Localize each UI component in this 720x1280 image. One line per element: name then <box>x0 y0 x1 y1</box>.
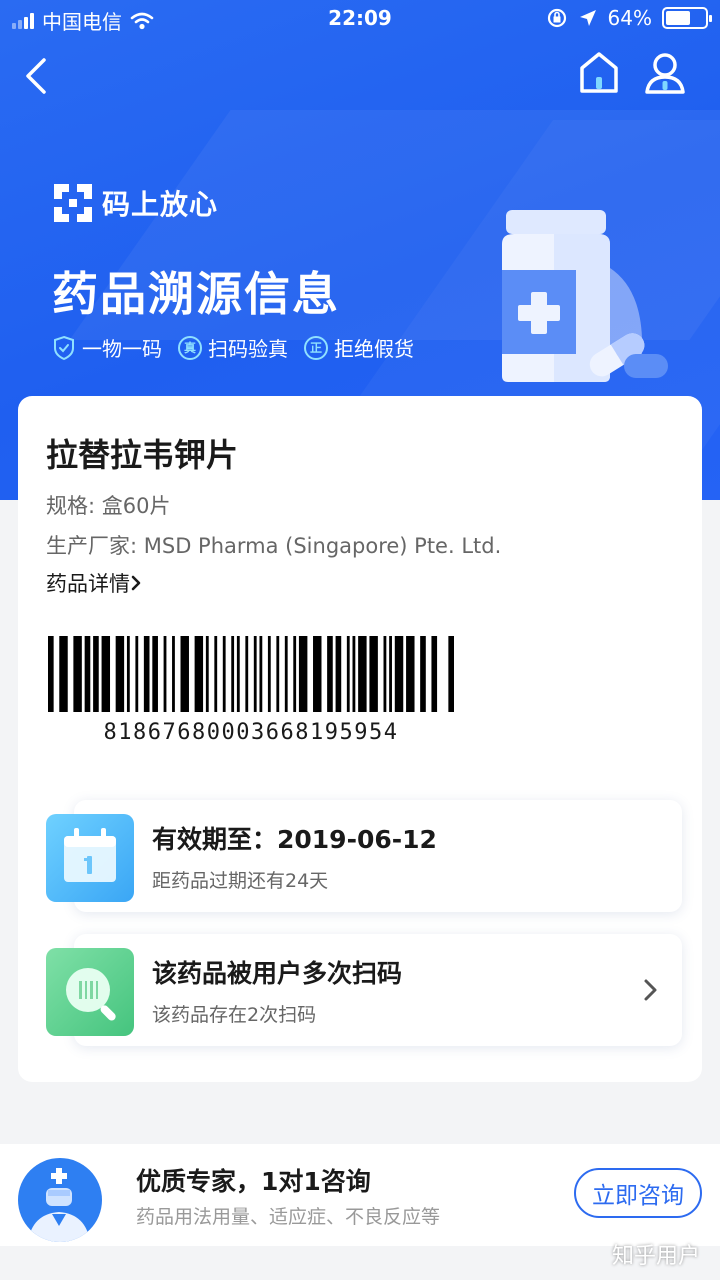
drug-name: 拉替拉韦钾片 <box>46 436 239 474</box>
barcode-bar <box>369 636 378 712</box>
home-icon[interactable] <box>578 50 620 96</box>
scan-history-title: 该药品被用户多次扫码 <box>152 959 403 988</box>
barcode-bar <box>84 636 91 712</box>
brand-logo-icon <box>54 184 92 222</box>
barcode-bar <box>163 636 167 712</box>
barcode-bar <box>135 636 139 712</box>
barcode-bar <box>180 636 189 712</box>
chevron-right-icon[interactable] <box>642 976 660 1004</box>
watermark: 知乎用户 <box>612 1244 701 1269</box>
barcode-bar <box>420 636 426 712</box>
scan-history-box[interactable] <box>74 934 682 1046</box>
barcode-bar <box>143 636 150 712</box>
barcode-bar <box>276 636 280 712</box>
scan-history-subtitle: 该药品存在2次扫码 <box>152 1004 317 1026</box>
barcode-bar <box>406 636 415 712</box>
barcode-bar <box>383 636 387 712</box>
barcode-bar <box>245 636 249 712</box>
zhen-badge-icon: 真 <box>178 335 202 360</box>
tag-label: 一物一码 <box>82 337 162 361</box>
tag-label: 拒绝假货 <box>334 337 414 361</box>
status-bar: 中国电信 22:09 64% <box>0 0 720 38</box>
expiry-subtitle: 距药品过期还有24天 <box>152 870 329 892</box>
calendar-icon <box>46 814 134 902</box>
back-icon[interactable] <box>18 54 58 98</box>
barcode-bar <box>431 636 438 712</box>
doctor-avatar <box>18 1158 102 1242</box>
user-icon[interactable] <box>642 50 688 96</box>
feature-tags: 一物一码 真 扫码验真 正 拒绝假货 <box>52 333 414 362</box>
shield-check-icon <box>54 335 74 360</box>
barcode-bar <box>293 636 297 712</box>
drug-detail-label: 药品详情 <box>46 572 130 596</box>
barcode-bar <box>352 636 356 712</box>
barcode-bar <box>126 636 130 712</box>
barcode-bar <box>327 636 333 712</box>
barcode-bar <box>346 636 350 712</box>
barcode <box>48 636 454 712</box>
battery-percent: 64% <box>607 6 652 30</box>
barcode-bar <box>335 636 342 712</box>
medicine-bottle-illustration <box>502 210 668 382</box>
barcode-bar <box>253 636 257 712</box>
barcode-bar <box>115 636 125 712</box>
consult-title: 优质专家，1对1咨询 <box>136 1167 371 1196</box>
tag-one-code: 一物一码 <box>52 333 162 362</box>
barcode-bar <box>448 636 454 712</box>
barcode-bar <box>313 636 322 712</box>
barcode-bar <box>389 636 392 712</box>
drug-manufacturer: 生产厂家: MSD Pharma (Singapore) Pte. Ltd. <box>46 534 502 558</box>
tag-scan-verify: 真 扫码验真 <box>178 333 288 362</box>
barcode-bar <box>231 636 235 712</box>
consult-subtitle: 药品用法用量、适应症、不良反应等 <box>136 1206 441 1228</box>
barcode-bar <box>73 636 82 712</box>
barcode-bar <box>93 636 99 712</box>
barcode-bar <box>214 636 218 712</box>
barcode-bar <box>236 636 240 712</box>
consult-now-button[interactable]: 立即咨询 <box>574 1168 702 1218</box>
expiry-title: 有效期至：2019-06-12 <box>152 825 437 854</box>
drug-spec: 规格: 盒60片 <box>46 494 171 518</box>
battery-level-fill <box>666 11 691 25</box>
tag-no-fakes: 正 拒绝假货 <box>304 333 414 362</box>
barcode-bar <box>194 636 204 712</box>
brand: 码上放心 <box>52 182 218 224</box>
barcode-bar <box>205 636 209 712</box>
page-title: 药品溯源信息 <box>52 267 340 321</box>
barcode-bar <box>394 636 404 712</box>
brand-name: 码上放心 <box>102 188 219 221</box>
magnifier-scan-icon <box>46 948 134 1036</box>
zheng-badge-icon: 正 <box>304 335 328 360</box>
drug-detail-link[interactable]: 药品详情 <box>46 568 142 598</box>
barcode-bar <box>298 636 308 712</box>
barcode-bar <box>259 636 263 712</box>
barcode-bar <box>152 636 158 712</box>
barcode-number: 81867680003668195954 <box>103 720 399 745</box>
tag-label: 扫码验真 <box>208 337 288 361</box>
battery-icon <box>662 7 712 29</box>
barcode-bar <box>59 636 68 712</box>
rotation-lock-icon <box>547 8 566 28</box>
barcode-bar <box>358 636 367 712</box>
product-card: 拉替拉韦钾片 规格: 盒60片 生产厂家: MSD Pharma (Singap… <box>18 396 702 1082</box>
barcode-bar <box>172 636 175 712</box>
barcode-bar <box>48 636 54 712</box>
location-arrow-icon <box>579 10 596 26</box>
chevron-right-icon <box>131 575 141 591</box>
barcode-bar <box>267 636 271 712</box>
expiry-box <box>74 800 682 912</box>
expert-consult-banner: 优质专家，1对1咨询 药品用法用量、适应症、不良反应等 立即咨询 <box>0 1144 720 1246</box>
barcode-bar <box>284 636 288 712</box>
barcode-bar <box>222 636 226 712</box>
barcode-bar <box>101 636 111 712</box>
